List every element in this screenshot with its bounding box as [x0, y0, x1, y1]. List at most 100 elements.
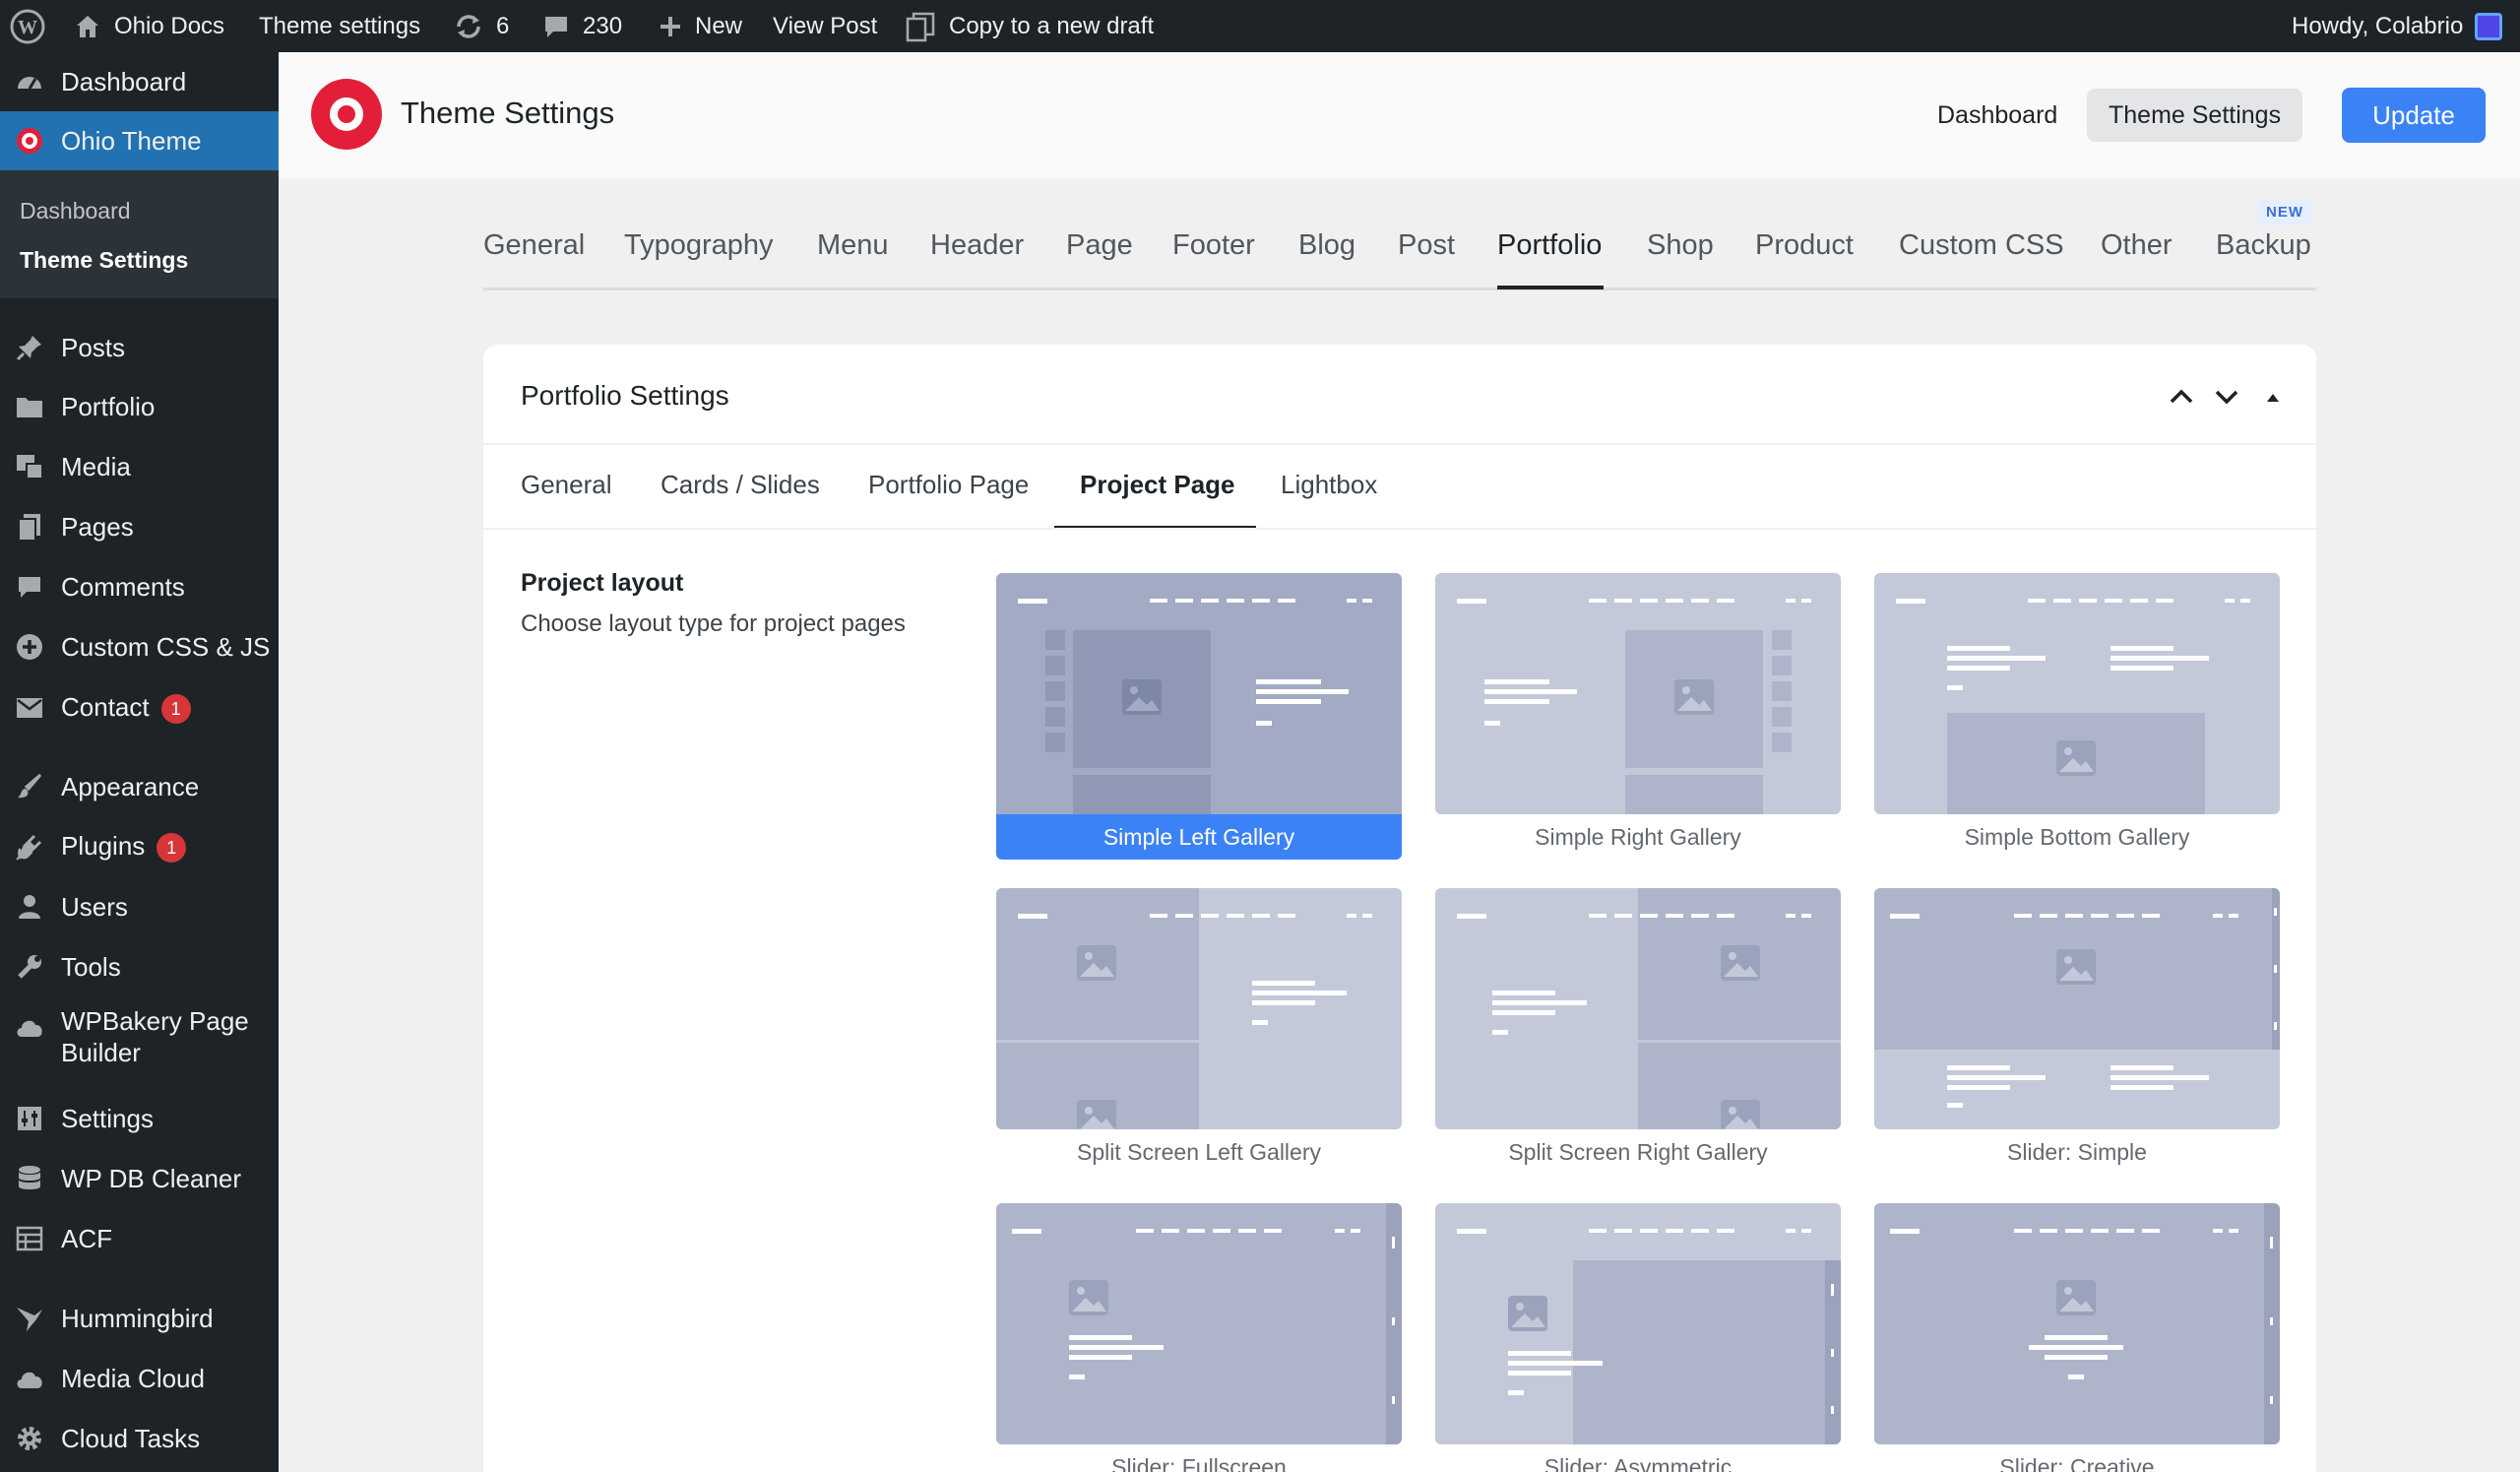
layout-option-label: Simple Right Gallery — [1535, 823, 1741, 850]
sidebar-item-contact[interactable]: Contact 1 — [0, 678, 279, 737]
sidebar-item-wp-db-cleaner[interactable]: WP DB Cleaner — [0, 1149, 279, 1208]
sidebar-item-wpbakery[interactable]: WPBakery Page Builder — [0, 997, 279, 1080]
sidebar-item-label: Contact 1 — [61, 692, 191, 725]
site-name-link[interactable]: Ohio Docs — [73, 0, 224, 52]
layout-thumbnail — [1435, 1203, 1841, 1444]
sidebar-item-appearance[interactable]: Appearance — [0, 757, 279, 816]
tab-post[interactable]: Post — [1398, 229, 1455, 262]
copy-draft-link[interactable]: Copy to a new draft — [904, 0, 1154, 52]
sidebar-item-label: Custom CSS & JS — [61, 631, 271, 662]
layout-option-label: Simple Bottom Gallery — [1964, 823, 2190, 850]
collapse-triangle-icon[interactable] — [2256, 380, 2290, 414]
updates-link[interactable]: 6 — [453, 0, 509, 52]
panel-title: Portfolio Settings — [521, 380, 729, 411]
update-button[interactable]: Update — [2342, 88, 2486, 143]
admin-bar: W Ohio Docs Theme settings 6 230 New Vie… — [0, 0, 2520, 52]
tab-footer[interactable]: Footer — [1172, 229, 1255, 262]
tab-shop[interactable]: Shop — [1647, 229, 1714, 262]
header-theme-settings-link[interactable]: Theme Settings — [2087, 89, 2303, 142]
header-dashboard-link[interactable]: Dashboard — [1916, 89, 2079, 142]
sidebar-item-cloud-tasks[interactable]: Cloud Tasks — [0, 1409, 279, 1468]
wordpress-logo-icon[interactable]: W — [10, 0, 45, 52]
sidebar-item-pages[interactable]: Pages — [0, 497, 279, 556]
table-icon — [14, 1223, 45, 1254]
tab-blog[interactable]: Blog — [1298, 229, 1355, 262]
submenu-item-dashboard[interactable]: Dashboard — [20, 198, 131, 224]
sidebar-item-portfolio[interactable]: Portfolio — [0, 377, 279, 436]
theme-settings-link[interactable]: Theme settings — [259, 0, 420, 52]
sidebar-item-plugins[interactable]: Plugins 1 — [0, 817, 279, 876]
subtab-general[interactable]: General — [521, 470, 612, 500]
subtab-lightbox[interactable]: Lightbox — [1281, 470, 1377, 500]
plugins-count-badge: 1 — [157, 833, 187, 864]
sidebar-item-label: Dashboard — [61, 66, 187, 96]
tab-header[interactable]: Header — [930, 229, 1024, 262]
chevron-down-icon[interactable] — [2210, 380, 2243, 414]
sidebar-item-settings[interactable]: Settings — [0, 1089, 279, 1148]
tab-general[interactable]: General — [483, 229, 585, 262]
sidebar-item-label: Cloud Tasks — [61, 1423, 201, 1453]
admin-sidebar: Dashboard Ohio Theme Dashboard Theme Set… — [0, 52, 279, 1472]
project-layout-label: Project layout — [521, 569, 684, 597]
sidebar-item-hummingbird[interactable]: Hummingbird — [0, 1289, 279, 1348]
layout-option-label: Split Screen Left Gallery — [1076, 1138, 1321, 1165]
tab-page[interactable]: Page — [1066, 229, 1133, 262]
subtab-cards-slides[interactable]: Cards / Slides — [661, 470, 820, 500]
layout-thumbnail — [1435, 573, 1841, 814]
sidebar-item-label: Tools — [61, 951, 121, 982]
comment-icon — [14, 571, 45, 603]
copy-icon — [906, 12, 935, 41]
chevron-up-icon[interactable] — [2165, 380, 2198, 414]
subtabs-divider — [483, 528, 2316, 530]
page-title: Theme Settings — [401, 96, 615, 130]
sidebar-item-comments[interactable]: Comments — [0, 557, 279, 616]
sidebar-item-label: Media Cloud — [61, 1363, 205, 1393]
sidebar-item-users[interactable]: Users — [0, 877, 279, 936]
comments-link[interactable]: 230 — [541, 0, 622, 52]
layout-thumbnail — [1874, 573, 2280, 814]
database-icon — [14, 1163, 45, 1194]
account-menu[interactable]: Howdy, Colabrio — [2292, 0, 2503, 52]
sidebar-item-label: Ohio Theme — [61, 125, 202, 156]
cloud-icon — [14, 1363, 45, 1394]
layout-thumbnail — [996, 888, 1402, 1129]
copy-draft-label: Copy to a new draft — [949, 12, 1155, 39]
sliders-icon — [14, 1103, 45, 1134]
sidebar-item-acf[interactable]: ACF — [0, 1209, 279, 1268]
sidebar-item-dashboard[interactable]: Dashboard — [0, 52, 279, 111]
view-post-link[interactable]: View Post — [773, 0, 877, 52]
submenu-item-theme-settings[interactable]: Theme Settings — [20, 247, 188, 274]
ohio-logo-icon — [14, 125, 45, 157]
sidebar-item-media[interactable]: Media — [0, 437, 279, 496]
layout-option-label: Slider: Fullscreen — [1111, 1453, 1287, 1472]
tab-product[interactable]: Product — [1755, 229, 1854, 262]
layout-option-label: Split Screen Right Gallery — [1508, 1138, 1768, 1165]
portfolio-settings-panel: Portfolio Settings General Cards / Slide… — [483, 345, 2316, 1472]
sidebar-item-ohio-theme[interactable]: Ohio Theme — [0, 111, 279, 170]
new-content-link[interactable]: New — [658, 0, 742, 52]
updates-count: 6 — [496, 12, 510, 39]
tab-menu[interactable]: Menu — [817, 229, 889, 262]
ohio-logo — [311, 79, 382, 150]
home-icon — [77, 15, 98, 37]
pages-icon — [14, 511, 45, 543]
sidebar-item-custom-css-js[interactable]: Custom CSS & JS — [0, 617, 279, 676]
sidebar-item-tools[interactable]: Tools — [0, 937, 279, 996]
tab-backup[interactable]: Backup — [2216, 229, 2311, 262]
new-badge: NEW — [2257, 200, 2312, 225]
tab-portfolio[interactable]: Portfolio — [1497, 229, 1602, 262]
settings-tabs: General Typography Menu Header Page Foot… — [483, 178, 2316, 290]
tab-typography[interactable]: Typography — [624, 229, 774, 262]
wrench-icon — [14, 951, 45, 983]
sidebar-item-posts[interactable]: Posts — [0, 318, 279, 377]
sidebar-item-media-cloud[interactable]: Media Cloud — [0, 1349, 279, 1408]
tab-custom-css[interactable]: Custom CSS — [1899, 229, 2064, 262]
subtab-project-page[interactable]: Project Page — [1080, 470, 1235, 500]
layout-thumbnail — [1435, 888, 1841, 1129]
layout-thumbnail — [1874, 1203, 2280, 1444]
sidebar-item-label: WPBakery Page Builder — [61, 1005, 249, 1068]
active-tab-indicator — [1497, 286, 1604, 289]
subtab-portfolio-page[interactable]: Portfolio Page — [868, 470, 1029, 500]
tabs-divider — [483, 288, 2316, 290]
tab-other[interactable]: Other — [2101, 229, 2173, 262]
